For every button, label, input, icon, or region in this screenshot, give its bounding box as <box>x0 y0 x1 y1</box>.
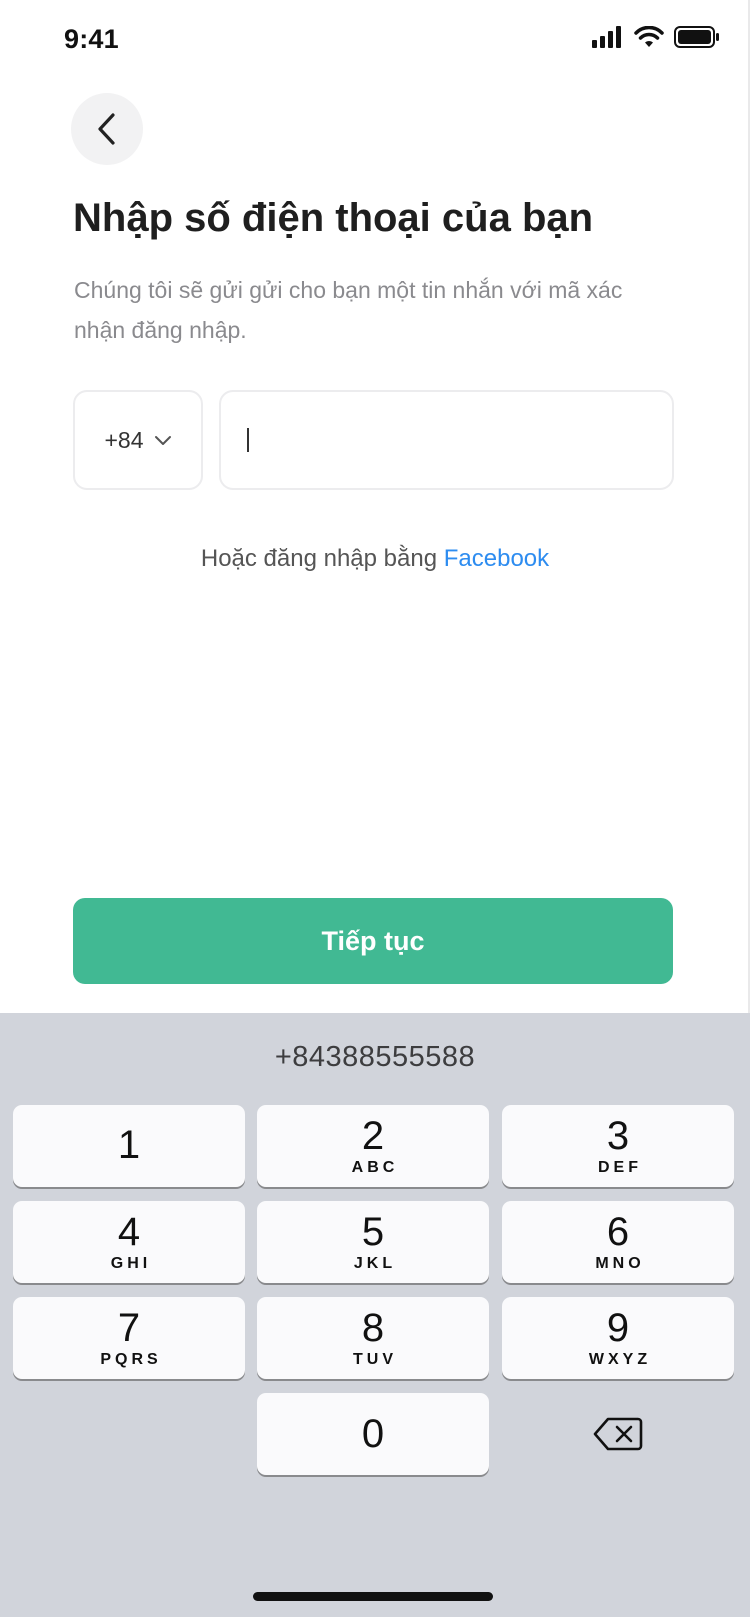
key-letters: MNO <box>595 1255 645 1272</box>
status-bar: 9:41 <box>0 0 750 84</box>
continue-button[interactable]: Tiếp tục <box>73 898 673 984</box>
numeric-keyboard: +84388555588 1 2 ABC 3 DEF 4 GHI 5 JKL 6… <box>0 1013 750 1617</box>
phone-number-input[interactable] <box>219 390 674 490</box>
key-digit: 7 <box>117 1306 141 1350</box>
key-digit: 0 <box>361 1412 385 1456</box>
key-4[interactable]: 4 GHI <box>13 1201 245 1283</box>
key-9[interactable]: 9 WXYZ <box>502 1297 734 1379</box>
alt-login-row: Hoặc đăng nhập bằng Facebook <box>0 545 750 573</box>
alt-login-prefix: Hoặc đăng nhập bằng <box>200 545 438 572</box>
country-code-value: +84 <box>104 426 144 453</box>
key-digit: 6 <box>606 1210 630 1254</box>
key-1[interactable]: 1 <box>13 1105 245 1187</box>
cellular-signal-icon <box>592 26 621 48</box>
home-indicator[interactable] <box>253 1592 493 1601</box>
key-letters: ABC <box>351 1159 399 1176</box>
key-letters: JKL <box>353 1255 397 1272</box>
key-2[interactable]: 2 ABC <box>257 1105 489 1187</box>
chevron-left-icon <box>98 113 115 145</box>
text-caret <box>247 428 249 452</box>
delete-key[interactable] <box>502 1393 734 1475</box>
key-6[interactable]: 6 MNO <box>502 1201 734 1283</box>
wifi-icon <box>634 26 664 47</box>
backspace-icon <box>593 1417 643 1451</box>
status-icons <box>592 26 720 48</box>
phone-login-screen: 9:41 Nhập số điện thoại của bạn Chúng tô… <box>0 0 750 1617</box>
country-code-select[interactable]: +84 <box>73 390 203 490</box>
key-5[interactable]: 5 JKL <box>257 1201 489 1283</box>
key-0[interactable]: 0 <box>257 1393 489 1475</box>
key-digit: 2 <box>361 1114 385 1158</box>
key-digit: 8 <box>361 1306 385 1350</box>
key-8[interactable]: 8 TUV <box>257 1297 489 1379</box>
key-7[interactable]: 7 PQRS <box>13 1297 245 1379</box>
key-letters: DEF <box>598 1159 642 1176</box>
battery-icon <box>674 26 719 48</box>
status-time: 9:41 <box>64 24 119 54</box>
key-digit: 9 <box>606 1306 630 1350</box>
keyboard-suggestion[interactable]: +84388555588 <box>0 1041 750 1074</box>
key-letters: TUV <box>353 1351 397 1368</box>
key-digit: 5 <box>361 1210 385 1254</box>
key-digit: 4 <box>117 1210 141 1254</box>
key-letters: GHI <box>110 1255 152 1272</box>
facebook-login-link[interactable]: Facebook <box>444 545 549 572</box>
page-title: Nhập số điện thoại của bạn <box>73 196 594 240</box>
key-letters: WXYZ <box>588 1351 652 1368</box>
key-digit: 1 <box>117 1123 141 1167</box>
page-subtitle: Chúng tôi sẽ gửi gửi cho bạn một tin nhắ… <box>74 277 623 343</box>
back-button[interactable] <box>71 93 143 165</box>
key-letters: PQRS <box>100 1351 162 1368</box>
chevron-down-icon <box>154 435 171 445</box>
key-3[interactable]: 3 DEF <box>502 1105 734 1187</box>
key-digit: 3 <box>606 1114 630 1158</box>
